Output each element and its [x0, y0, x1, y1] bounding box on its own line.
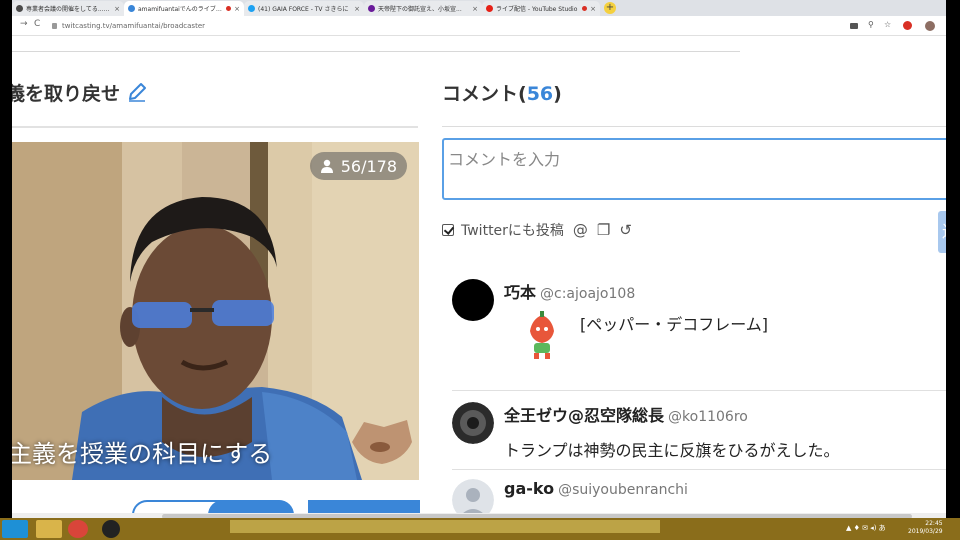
divider [12, 51, 740, 52]
viewer-count-badge: 56/178 [309, 152, 407, 180]
close-tab-icon[interactable]: × [234, 5, 240, 13]
comment-handle: @suiyoubenranchi [558, 482, 688, 498]
webcam-frame [12, 142, 419, 480]
mention-icon[interactable]: @ [573, 221, 588, 239]
divider [12, 126, 418, 128]
comments-heading: コメント(56) [442, 83, 562, 105]
refresh-icon[interactable]: ↺ [619, 221, 632, 239]
file-explorer-icon[interactable] [36, 520, 62, 538]
stream-title: 義を取り戻せ [12, 83, 121, 105]
new-tab-button[interactable]: + [604, 2, 616, 14]
comment-input[interactable]: コメントを入力 [442, 138, 946, 200]
address-bar[interactable]: twitcasting.tv/amamifuantai/broadcaster [52, 19, 852, 33]
zoom-icon[interactable]: ⚲ [868, 20, 874, 29]
recording-icon [582, 6, 588, 11]
stream-caption: 主義を授業の科目にする [12, 440, 273, 468]
star-icon[interactable]: ☆ [884, 20, 891, 29]
pencil-icon[interactable] [126, 81, 148, 103]
comment-user[interactable]: ga-ko @suiyoubenranchi [504, 479, 688, 498]
comment-user[interactable]: 全王ゼウ@忍空隊総長 @ko1106ro [504, 402, 748, 426]
copy-icon[interactable]: ❐ [597, 221, 610, 239]
twitcasting-icon [128, 5, 135, 12]
recording-icon [226, 6, 232, 11]
avatar[interactable] [452, 402, 494, 444]
close-tab-icon[interactable]: × [472, 5, 478, 13]
comment-item: 全王ゼウ@忍空隊総長 @ko1106ro トランプは神勢の民主に反旗をひるがえした… [452, 402, 946, 472]
browser-window: 専業者会議の開催をしてる... 参加 × amamifuantaiでんのライブ配… [12, 0, 946, 520]
obs-icon[interactable] [102, 520, 120, 538]
close-tab-icon[interactable]: × [590, 5, 596, 13]
page-icon [368, 5, 375, 12]
comment-handle: @c:ajoajo108 [540, 286, 636, 302]
close-tab-icon[interactable]: × [354, 5, 360, 13]
tab-2[interactable]: (41) GAIA FORCE - TV さきらに × [244, 1, 364, 16]
page-content: 義を取り戻せ 56/178 主義を授業の科目にする コメント(56) コメントを… [12, 37, 946, 520]
twitter-icon [248, 5, 255, 12]
comment-count: 56 [526, 83, 554, 105]
browser-toolbar: → C twitcasting.tv/amamifuantai/broadcas… [12, 16, 946, 36]
twitter-post-checkbox[interactable] [442, 224, 454, 236]
profile-icon[interactable] [925, 21, 935, 31]
comment-item: 巧本 @c:ajoajo108 [ペッパー・デコフレーム] [452, 279, 946, 391]
tab-4[interactable]: ライブ配信 - YouTube Studio × [482, 1, 600, 16]
page-icon [16, 5, 23, 12]
comment-text: [ペッパー・デコフレーム] [580, 315, 769, 334]
comment-text: トランプは神勢の民主に反旗をひるがえした。 [504, 441, 840, 460]
tab-1[interactable]: amamifuantaiでんのライブ配信 × [124, 1, 244, 16]
comment-handle: @ko1106ro [668, 409, 748, 425]
send-button[interactable]: 送 [938, 211, 946, 253]
divider [442, 126, 946, 127]
close-tab-icon[interactable]: × [114, 5, 120, 13]
pepper-deco-icon [530, 311, 554, 359]
forward-icon[interactable]: → [20, 19, 28, 29]
comment-user[interactable]: 巧本 @c:ajoajo108 [504, 279, 635, 303]
viewer-count-text: 56/178 [340, 156, 397, 176]
youtube-icon [486, 5, 493, 12]
desktop: 専業者会議の開催をしてる... 参加 × amamifuantaiでんのライブ配… [0, 0, 960, 540]
system-tray[interactable]: ▲ ♦ ✉ ◂) あ [846, 523, 886, 533]
video-player[interactable]: 56/178 主義を授業の科目にする [12, 142, 419, 480]
tab-3[interactable]: 天帝陛下の御託宣え、小坂宣... × [364, 1, 482, 16]
divider [452, 390, 946, 391]
address-text: twitcasting.tv/amamifuantai/broadcaster [62, 22, 206, 30]
comment-options: Twitterにも投稿 @ ❐ ↺ [442, 219, 632, 241]
tab-strip: 専業者会議の開催をしてる... 参加 × amamifuantaiでんのライブ配… [12, 0, 946, 16]
person-icon [320, 159, 333, 173]
divider [452, 469, 946, 470]
twitter-post-label: Twitterにも投稿 [461, 223, 564, 239]
start-icon[interactable] [2, 520, 28, 538]
tab-0[interactable]: 専業者会議の開催をしてる... 参加 × [12, 1, 124, 16]
lock-icon [52, 23, 57, 29]
avatar[interactable] [452, 279, 494, 321]
taskbar-window-strip[interactable] [230, 520, 660, 533]
extension-icon[interactable] [903, 21, 912, 30]
clock[interactable]: 22:45 2019/03/29 [908, 520, 943, 536]
cast-icon[interactable] [850, 23, 858, 29]
chrome-icon[interactable] [68, 520, 88, 538]
taskbar: ▲ ♦ ✉ ◂) あ 22:45 2019/03/29 [0, 518, 960, 540]
reload-icon[interactable]: C [34, 19, 40, 29]
